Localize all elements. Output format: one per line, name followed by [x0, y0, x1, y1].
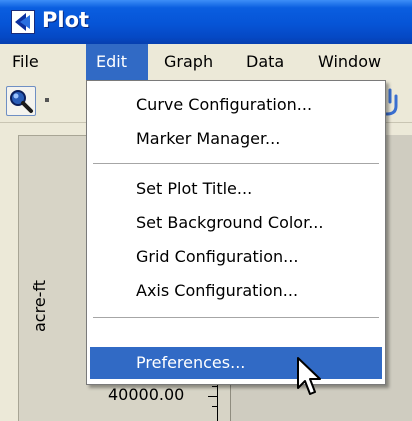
menu-grid-configuration[interactable]: Grid Configuration... [90, 241, 382, 273]
menu-edit[interactable]: Edit [86, 44, 148, 80]
y-tick-label: 40000.00 [108, 385, 185, 404]
y-minor-tick [212, 386, 218, 387]
magnifier-icon [10, 90, 33, 113]
menu-window[interactable]: Window [308, 44, 391, 80]
zoom-tool-button[interactable] [6, 86, 36, 116]
menu-separator [93, 163, 379, 165]
y-axis-label: acre-ft [30, 279, 49, 332]
plot-app-icon[interactable] [11, 10, 35, 34]
menu-axis-configuration[interactable]: Axis Configuration... [90, 275, 382, 307]
menu-separator [93, 317, 379, 319]
menu-data[interactable]: Data [236, 44, 294, 80]
menu-curve-configuration[interactable]: Curve Configuration... [90, 89, 382, 121]
menu-bar: File Edit Graph Data Window [0, 44, 412, 80]
window-title: Plot [42, 8, 90, 32]
menu-marker-manager[interactable]: Marker Manager... [90, 123, 382, 155]
edit-menu-dropdown: Curve Configuration... Marker Manager...… [86, 80, 386, 385]
menu-set-background-color[interactable]: Set Background Color... [90, 207, 382, 239]
menu-preferences[interactable]: Preferences... [90, 347, 382, 379]
toolbar-separator [45, 98, 49, 102]
title-bar[interactable]: Plot [0, 0, 412, 44]
menu-file[interactable]: File [2, 44, 49, 80]
arrow-cursor-icon [296, 356, 324, 398]
y-major-tick [208, 396, 218, 397]
menu-set-plot-title[interactable]: Set Plot Title... [90, 173, 382, 205]
menu-graph[interactable]: Graph [154, 44, 223, 80]
plot-window: Plot File Edit Graph Data Window acre-ft… [0, 0, 412, 421]
y-minor-tick [212, 406, 218, 407]
